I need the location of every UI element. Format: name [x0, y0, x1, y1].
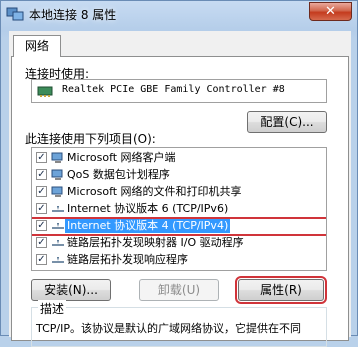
item-label: Microsoft 网络客户端 — [67, 151, 176, 164]
uninstall-button[interactable]: 卸载(U) — [139, 279, 219, 301]
dialog-client-area: 网络 连接时使用: Realtek PCIe GBE Family Contro… — [9, 31, 351, 347]
network-client-icon — [51, 152, 63, 163]
properties-button[interactable]: 属性(R) — [235, 276, 327, 304]
item-label: 链路层拓扑发现响应程序 — [67, 253, 188, 266]
network-connection-icon — [6, 7, 24, 21]
tab-network[interactable]: 网络 — [13, 35, 61, 57]
item-checkbox[interactable]: ✓ — [36, 220, 47, 231]
description-text: TCP/IP。该协议是默认的广域网络协议，它提供在不同 — [36, 322, 301, 335]
item-checkbox[interactable]: ✓ — [36, 169, 47, 180]
adapter-name: Realtek PCIe GBE Family Controller #8 — [62, 84, 285, 95]
protocol-icon — [52, 257, 64, 263]
item-label: Internet 协议版本 4 (TCP/IPv4) — [65, 219, 231, 233]
protocol-icon — [52, 206, 64, 212]
item-checkbox[interactable]: ✓ — [36, 203, 47, 214]
title-bar[interactable]: 本地连接 8 属性 ✕ — [1, 1, 357, 29]
description-title: 描述 — [38, 300, 67, 317]
component-list[interactable]: ✓ Microsoft 网络客户端 ✓ QoS 数据包计划程序 ✓ Micros… — [31, 147, 327, 271]
window-title: 本地连接 8 属性 — [29, 8, 117, 22]
close-button[interactable]: ✕ — [309, 2, 352, 21]
protocol-icon — [52, 240, 64, 246]
configure-button[interactable]: 配置(C)... — [247, 111, 327, 133]
items-label: 此连接使用下列项目(O): — [25, 132, 156, 146]
list-item[interactable]: ✓ Microsoft 网络的文件和打印机共享 — [32, 185, 326, 200]
list-item[interactable]: ✓ Internet 协议版本 6 (TCP/IPv6) — [32, 202, 326, 217]
list-item[interactable]: ✓ Microsoft 网络客户端 — [32, 151, 326, 166]
list-item[interactable]: ✓ 链路层拓扑发现响应程序 — [32, 253, 326, 268]
protocol-icon — [52, 223, 64, 229]
item-checkbox[interactable]: ✓ — [36, 186, 47, 197]
item-checkbox[interactable]: ✓ — [36, 237, 47, 248]
item-label: 链路层拓扑发现映射器 I/O 驱动程序 — [67, 236, 244, 249]
item-label: QoS 数据包计划程序 — [67, 168, 170, 181]
install-button[interactable]: 安装(N)... — [31, 279, 111, 301]
network-adapter-icon — [37, 86, 53, 97]
qos-icon — [51, 169, 63, 180]
list-item[interactable]: ✓ 链路层拓扑发现映射器 I/O 驱动程序 — [32, 236, 326, 251]
list-item[interactable]: ✓ QoS 数据包计划程序 — [32, 168, 326, 183]
item-checkbox[interactable]: ✓ — [36, 152, 47, 163]
item-checkbox[interactable]: ✓ — [36, 254, 47, 265]
adapter-display: Realtek PCIe GBE Family Controller #8 — [31, 79, 327, 103]
description-group: 描述 TCP/IP。该协议是默认的广域网络协议，它提供在不同 — [31, 300, 327, 347]
file-share-icon — [51, 186, 63, 197]
item-label: Internet 协议版本 6 (TCP/IPv6) — [67, 202, 229, 215]
properties-dialog: 本地连接 8 属性 ✕ 网络 连接时使用: Realtek PCIe GBE F… — [0, 0, 358, 347]
list-item-selected[interactable]: ✓ Internet 协议版本 4 (TCP/IPv4) — [32, 217, 326, 236]
item-label: Microsoft 网络的文件和打印机共享 — [67, 185, 242, 198]
